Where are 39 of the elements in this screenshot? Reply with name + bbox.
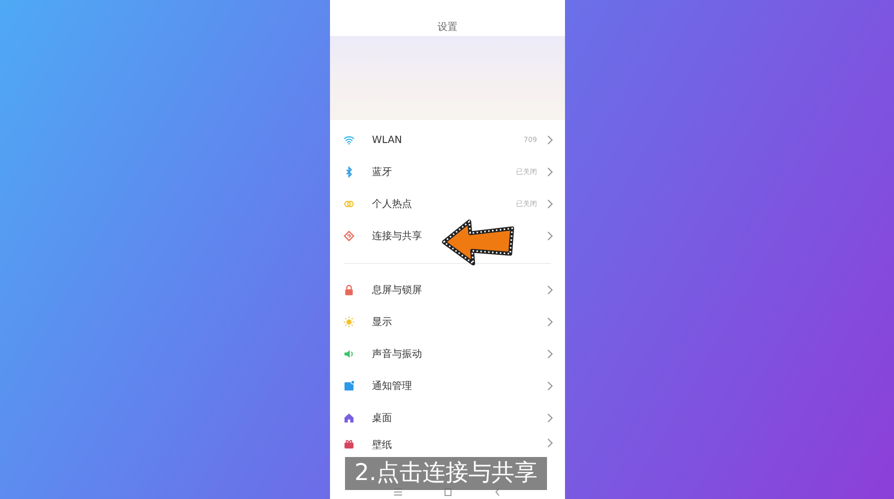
settings-item[interactable]: 声音与振动 [330,338,565,370]
chevron-right-icon [547,438,553,448]
video-caption: 2.点击连接与共享 [345,457,547,490]
speaker-icon [343,348,355,360]
chevron-right-icon [547,231,553,241]
home-icon [343,412,355,424]
settings-item[interactable]: 桌面 [330,402,565,434]
chevron-right-icon [547,167,553,177]
item-label: 通知管理 [372,380,413,393]
chevron-right-icon [547,413,553,423]
sun-icon [343,316,355,328]
wifi-icon [343,134,355,146]
screen-title: 设置 [436,20,458,35]
lock-icon [343,284,355,296]
settings-item[interactable]: 息屏与锁屏 [330,274,565,306]
settings-item[interactable]: 通知管理 [330,370,565,402]
item-label: 壁纸 [372,438,393,452]
settings-item[interactable]: 连接与共享 [330,220,565,252]
rings-icon [343,198,355,210]
item-label: 个人热点 [372,198,413,211]
item-label: 息屏与锁屏 [372,284,423,297]
item-label: 蓝牙 [372,166,393,179]
chevron-right-icon [547,349,553,359]
back-icon[interactable] [492,488,502,496]
chevron-right-icon [547,285,553,295]
chevron-right-icon [547,381,553,391]
settings-item[interactable]: 显示 [330,306,565,338]
item-label: 显示 [372,316,393,329]
chevron-right-icon [547,135,553,145]
item-label: WLAN [372,134,404,146]
chevron-right-icon [547,199,553,209]
item-label: 连接与共享 [372,230,423,243]
item-label: 桌面 [372,412,393,425]
item-label: 声音与振动 [372,348,423,361]
share-icon [343,230,355,242]
chevron-right-icon [547,317,553,327]
gift-icon [343,438,355,450]
settings-item[interactable]: 壁纸 [330,434,565,456]
notification-icon [343,380,355,392]
